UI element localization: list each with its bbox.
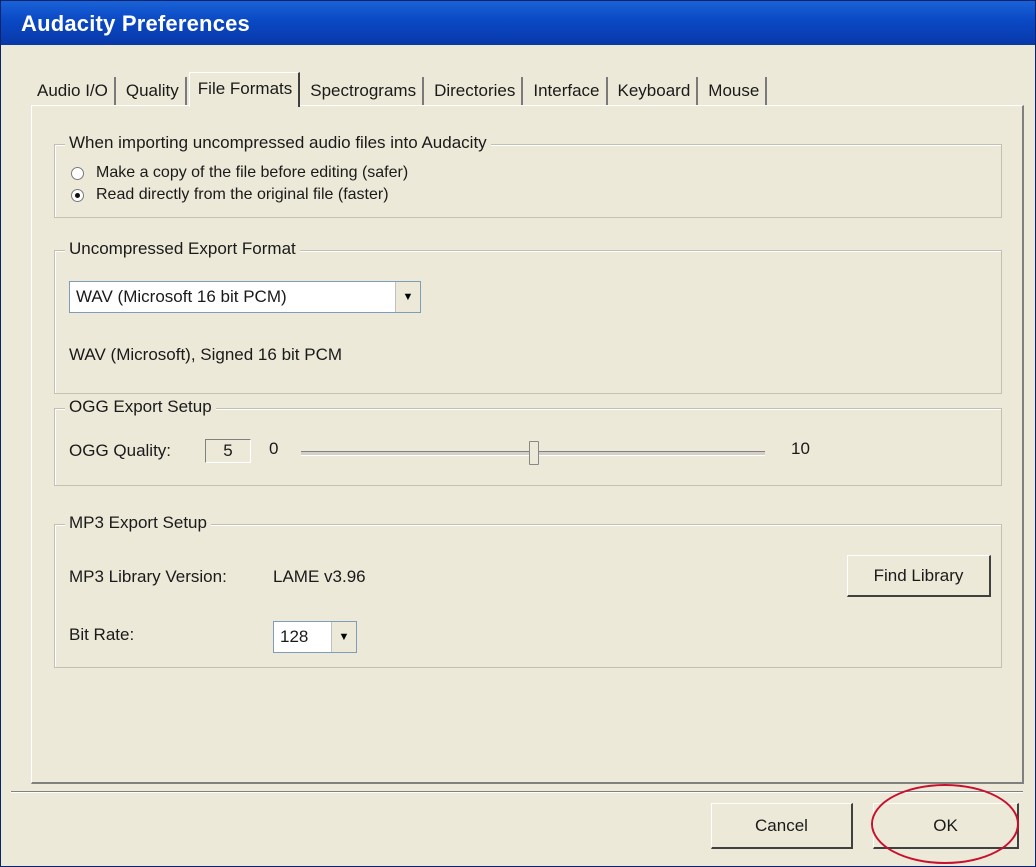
ogg-quality-value: 5 xyxy=(205,439,251,463)
import-group-legend: When importing uncompressed audio files … xyxy=(65,133,491,153)
radio-copy-file-button[interactable] xyxy=(71,166,84,180)
ogg-slider-min-label: 0 xyxy=(269,439,279,458)
tab-directories[interactable]: Directories xyxy=(426,77,524,107)
mp3-export-group: MP3 Export Setup MP3 Library Version: LA… xyxy=(54,513,1002,668)
tab-mouse[interactable]: Mouse xyxy=(700,77,768,107)
radio-copy-file[interactable]: Make a copy of the file before editing (… xyxy=(71,163,408,183)
bitrate-value: 128 xyxy=(280,627,309,646)
tab-spectrograms[interactable]: Spectrograms xyxy=(302,77,425,107)
tab-strip: Audio I/O Quality File Formats Spectrogr… xyxy=(29,72,769,107)
tab-audio-io[interactable]: Audio I/O xyxy=(29,77,116,107)
tab-interface[interactable]: Interface xyxy=(525,77,608,107)
ogg-quality-label: OGG Quality: xyxy=(69,441,172,460)
uncompressed-export-legend: Uncompressed Export Format xyxy=(65,239,300,259)
uncompressed-export-group: Uncompressed Export Format WAV (Microsof… xyxy=(54,239,1002,394)
mp3-library-version: LAME v3.96 xyxy=(273,567,366,586)
radio-read-directly[interactable]: Read directly from the original file (fa… xyxy=(71,185,389,205)
bitrate-select[interactable]: 128 ▼ xyxy=(273,621,357,653)
export-format-description: WAV (Microsoft), Signed 16 bit PCM xyxy=(69,345,343,364)
ogg-export-legend: OGG Export Setup xyxy=(65,397,216,417)
ok-button[interactable]: OK xyxy=(873,803,1019,849)
find-library-button[interactable]: Find Library xyxy=(847,555,991,597)
radio-read-directly-button[interactable] xyxy=(71,188,84,202)
chevron-down-icon[interactable]: ▼ xyxy=(395,282,420,312)
import-group: When importing uncompressed audio files … xyxy=(54,133,1002,218)
radio-copy-file-label: Make a copy of the file before editing (… xyxy=(96,164,409,181)
export-format-select[interactable]: WAV (Microsoft 16 bit PCM) ▼ xyxy=(69,281,421,313)
cancel-button[interactable]: Cancel xyxy=(711,803,853,849)
bitrate-label: Bit Rate: xyxy=(69,625,135,644)
export-format-value: WAV (Microsoft 16 bit PCM) xyxy=(76,287,287,306)
ogg-slider-max-label: 10 xyxy=(791,439,810,458)
mp3-library-label: MP3 Library Version: xyxy=(69,567,227,586)
window-title: Audacity Preferences xyxy=(21,11,250,36)
ogg-export-group: OGG Export Setup OGG Quality: 5 0 10 xyxy=(54,397,1002,486)
title-bar[interactable]: Audacity Preferences xyxy=(1,1,1035,45)
chevron-down-icon[interactable]: ▼ xyxy=(331,622,356,652)
file-formats-panel: When importing uncompressed audio files … xyxy=(31,105,1024,784)
tab-file-formats[interactable]: File Formats xyxy=(188,72,301,107)
preferences-window: Audacity Preferences Audio I/O Quality F… xyxy=(0,0,1036,867)
tab-keyboard[interactable]: Keyboard xyxy=(610,77,699,107)
radio-read-directly-label: Read directly from the original file (fa… xyxy=(96,186,389,203)
ogg-slider-thumb[interactable] xyxy=(529,441,539,465)
footer-separator xyxy=(11,791,1023,793)
tab-quality[interactable]: Quality xyxy=(118,77,187,107)
mp3-export-legend: MP3 Export Setup xyxy=(65,513,211,533)
